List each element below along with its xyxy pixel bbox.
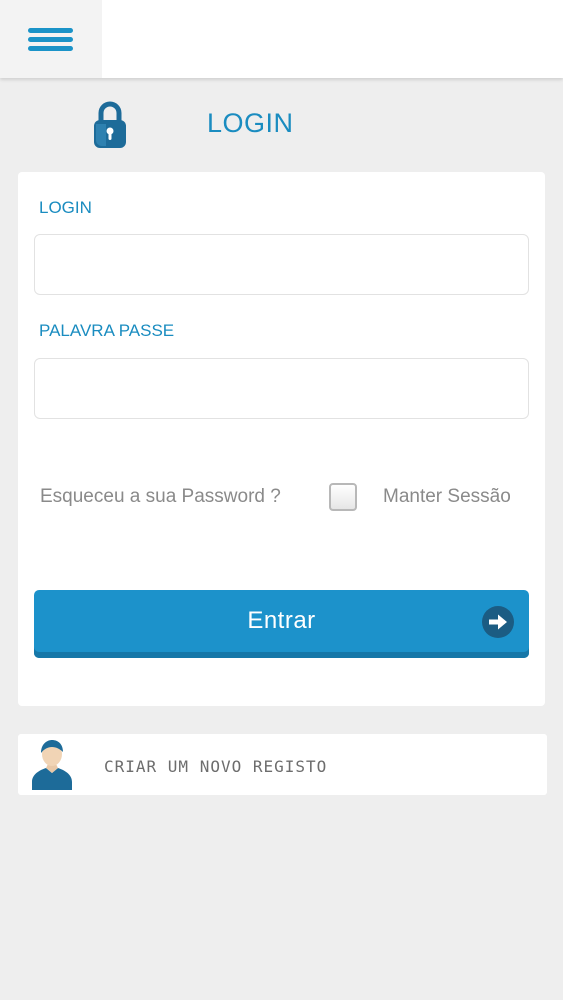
register-label: CRIAR UM NOVO REGISTO [104, 757, 328, 776]
user-avatar-icon [32, 740, 72, 790]
submit-button[interactable]: Entrar [34, 590, 529, 658]
password-input[interactable] [34, 358, 529, 419]
lock-icon [94, 101, 126, 148]
menu-button[interactable] [0, 0, 102, 78]
arrow-right-circle-icon [482, 606, 514, 638]
keep-session-checkbox[interactable] [329, 483, 357, 511]
forgot-password-link[interactable]: Esqueceu a sua Password ? [40, 486, 281, 508]
login-field-label: LOGIN [39, 198, 92, 217]
login-input[interactable] [34, 234, 529, 295]
register-button[interactable]: CRIAR UM NOVO REGISTO [18, 734, 547, 795]
keep-session-label: Manter Sessão [383, 486, 511, 507]
password-field-label: PALAVRA PASSE [39, 321, 175, 340]
top-bar [0, 0, 563, 78]
login-form: LOGIN PALAVRA PASSE Esqueceu a sua Passw… [18, 172, 545, 706]
page-header: LOGIN [0, 86, 563, 162]
page-title: LOGIN [207, 108, 294, 138]
hamburger-menu-icon [28, 24, 73, 55]
submit-button-label: Entrar [247, 607, 316, 634]
